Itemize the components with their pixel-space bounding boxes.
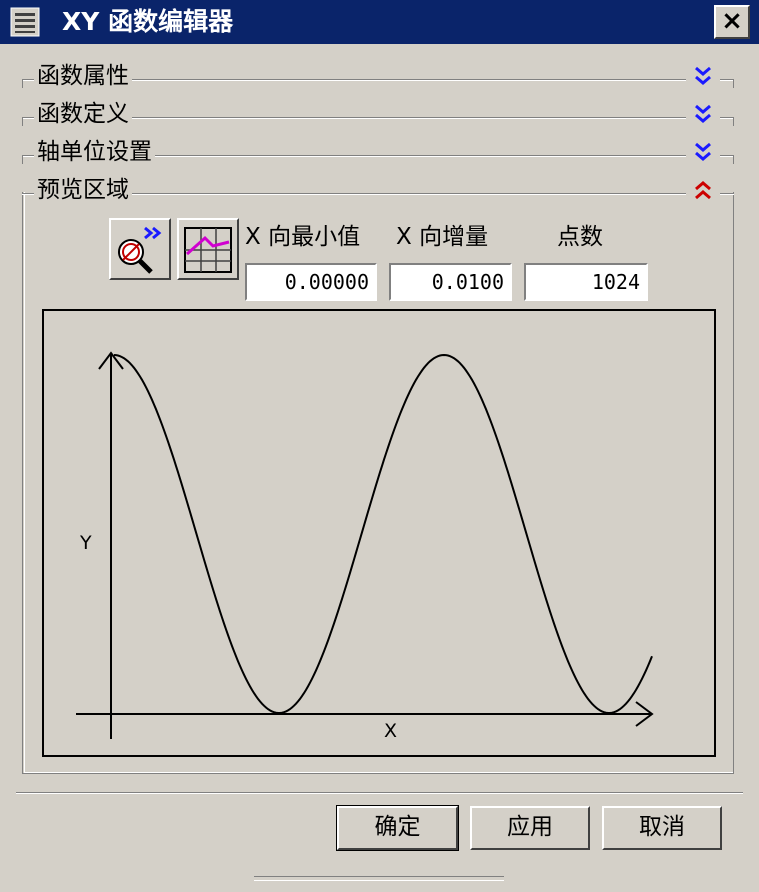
section-label: 函数属性 [34, 62, 132, 90]
y-axis-label: Y [79, 532, 92, 554]
plot-grid-button[interactable] [177, 218, 239, 280]
x-step-field[interactable]: 0.0100 [389, 263, 512, 301]
points-label: 点数 [557, 224, 603, 250]
preview-graph[interactable]: Y X [42, 309, 716, 757]
apply-button[interactable]: 应用 [470, 806, 590, 850]
button-separator [16, 792, 743, 794]
x-axis [76, 701, 654, 727]
double-chevron-down-icon[interactable] [686, 103, 720, 127]
section-edge-right [733, 79, 734, 88]
cancel-button[interactable]: 取消 [602, 806, 722, 850]
x-min-label: X 向最小值 [245, 224, 361, 250]
title-bar[interactable]: XY 函数编辑器 × [0, 0, 759, 44]
double-chevron-down-icon[interactable] [686, 65, 720, 89]
section-edge-right [733, 117, 734, 126]
window-title: XY 函数编辑器 [62, 7, 234, 36]
resize-grip[interactable] [254, 876, 504, 881]
ok-button[interactable]: 确定 [336, 805, 459, 851]
section-edge-left [22, 79, 23, 88]
section-preview-area[interactable]: 预览区域 [22, 176, 734, 204]
x-step-label: X 向增量 [396, 224, 489, 250]
section-axis-units[interactable]: 轴单位设置 [22, 138, 734, 166]
y-axis [98, 351, 124, 739]
points-field[interactable]: 1024 [524, 263, 648, 301]
double-chevron-down-icon[interactable] [686, 141, 720, 165]
double-chevron-up-icon[interactable] [686, 179, 720, 203]
section-function-properties[interactable]: 函数属性 [22, 62, 734, 90]
section-label: 轴单位设置 [34, 138, 155, 166]
section-edge-left [22, 155, 23, 164]
zoom-fit-button[interactable] [109, 218, 171, 280]
close-button[interactable]: × [714, 5, 750, 39]
section-label: 预览区域 [34, 176, 132, 204]
section-edge-right [733, 155, 734, 164]
x-axis-label: X [384, 720, 397, 742]
section-label: 函数定义 [34, 100, 132, 128]
xy-function-editor-dialog: XY 函数编辑器 × 函数属性 函数定义 轴单位设置 预览区域 X 向最小值 X… [0, 0, 759, 892]
x-min-field[interactable]: 0.00000 [245, 263, 377, 301]
function-curve [113, 353, 653, 714]
section-edge-left [22, 117, 23, 126]
window-menu-icon[interactable] [10, 7, 40, 37]
section-function-definition[interactable]: 函数定义 [22, 100, 734, 128]
